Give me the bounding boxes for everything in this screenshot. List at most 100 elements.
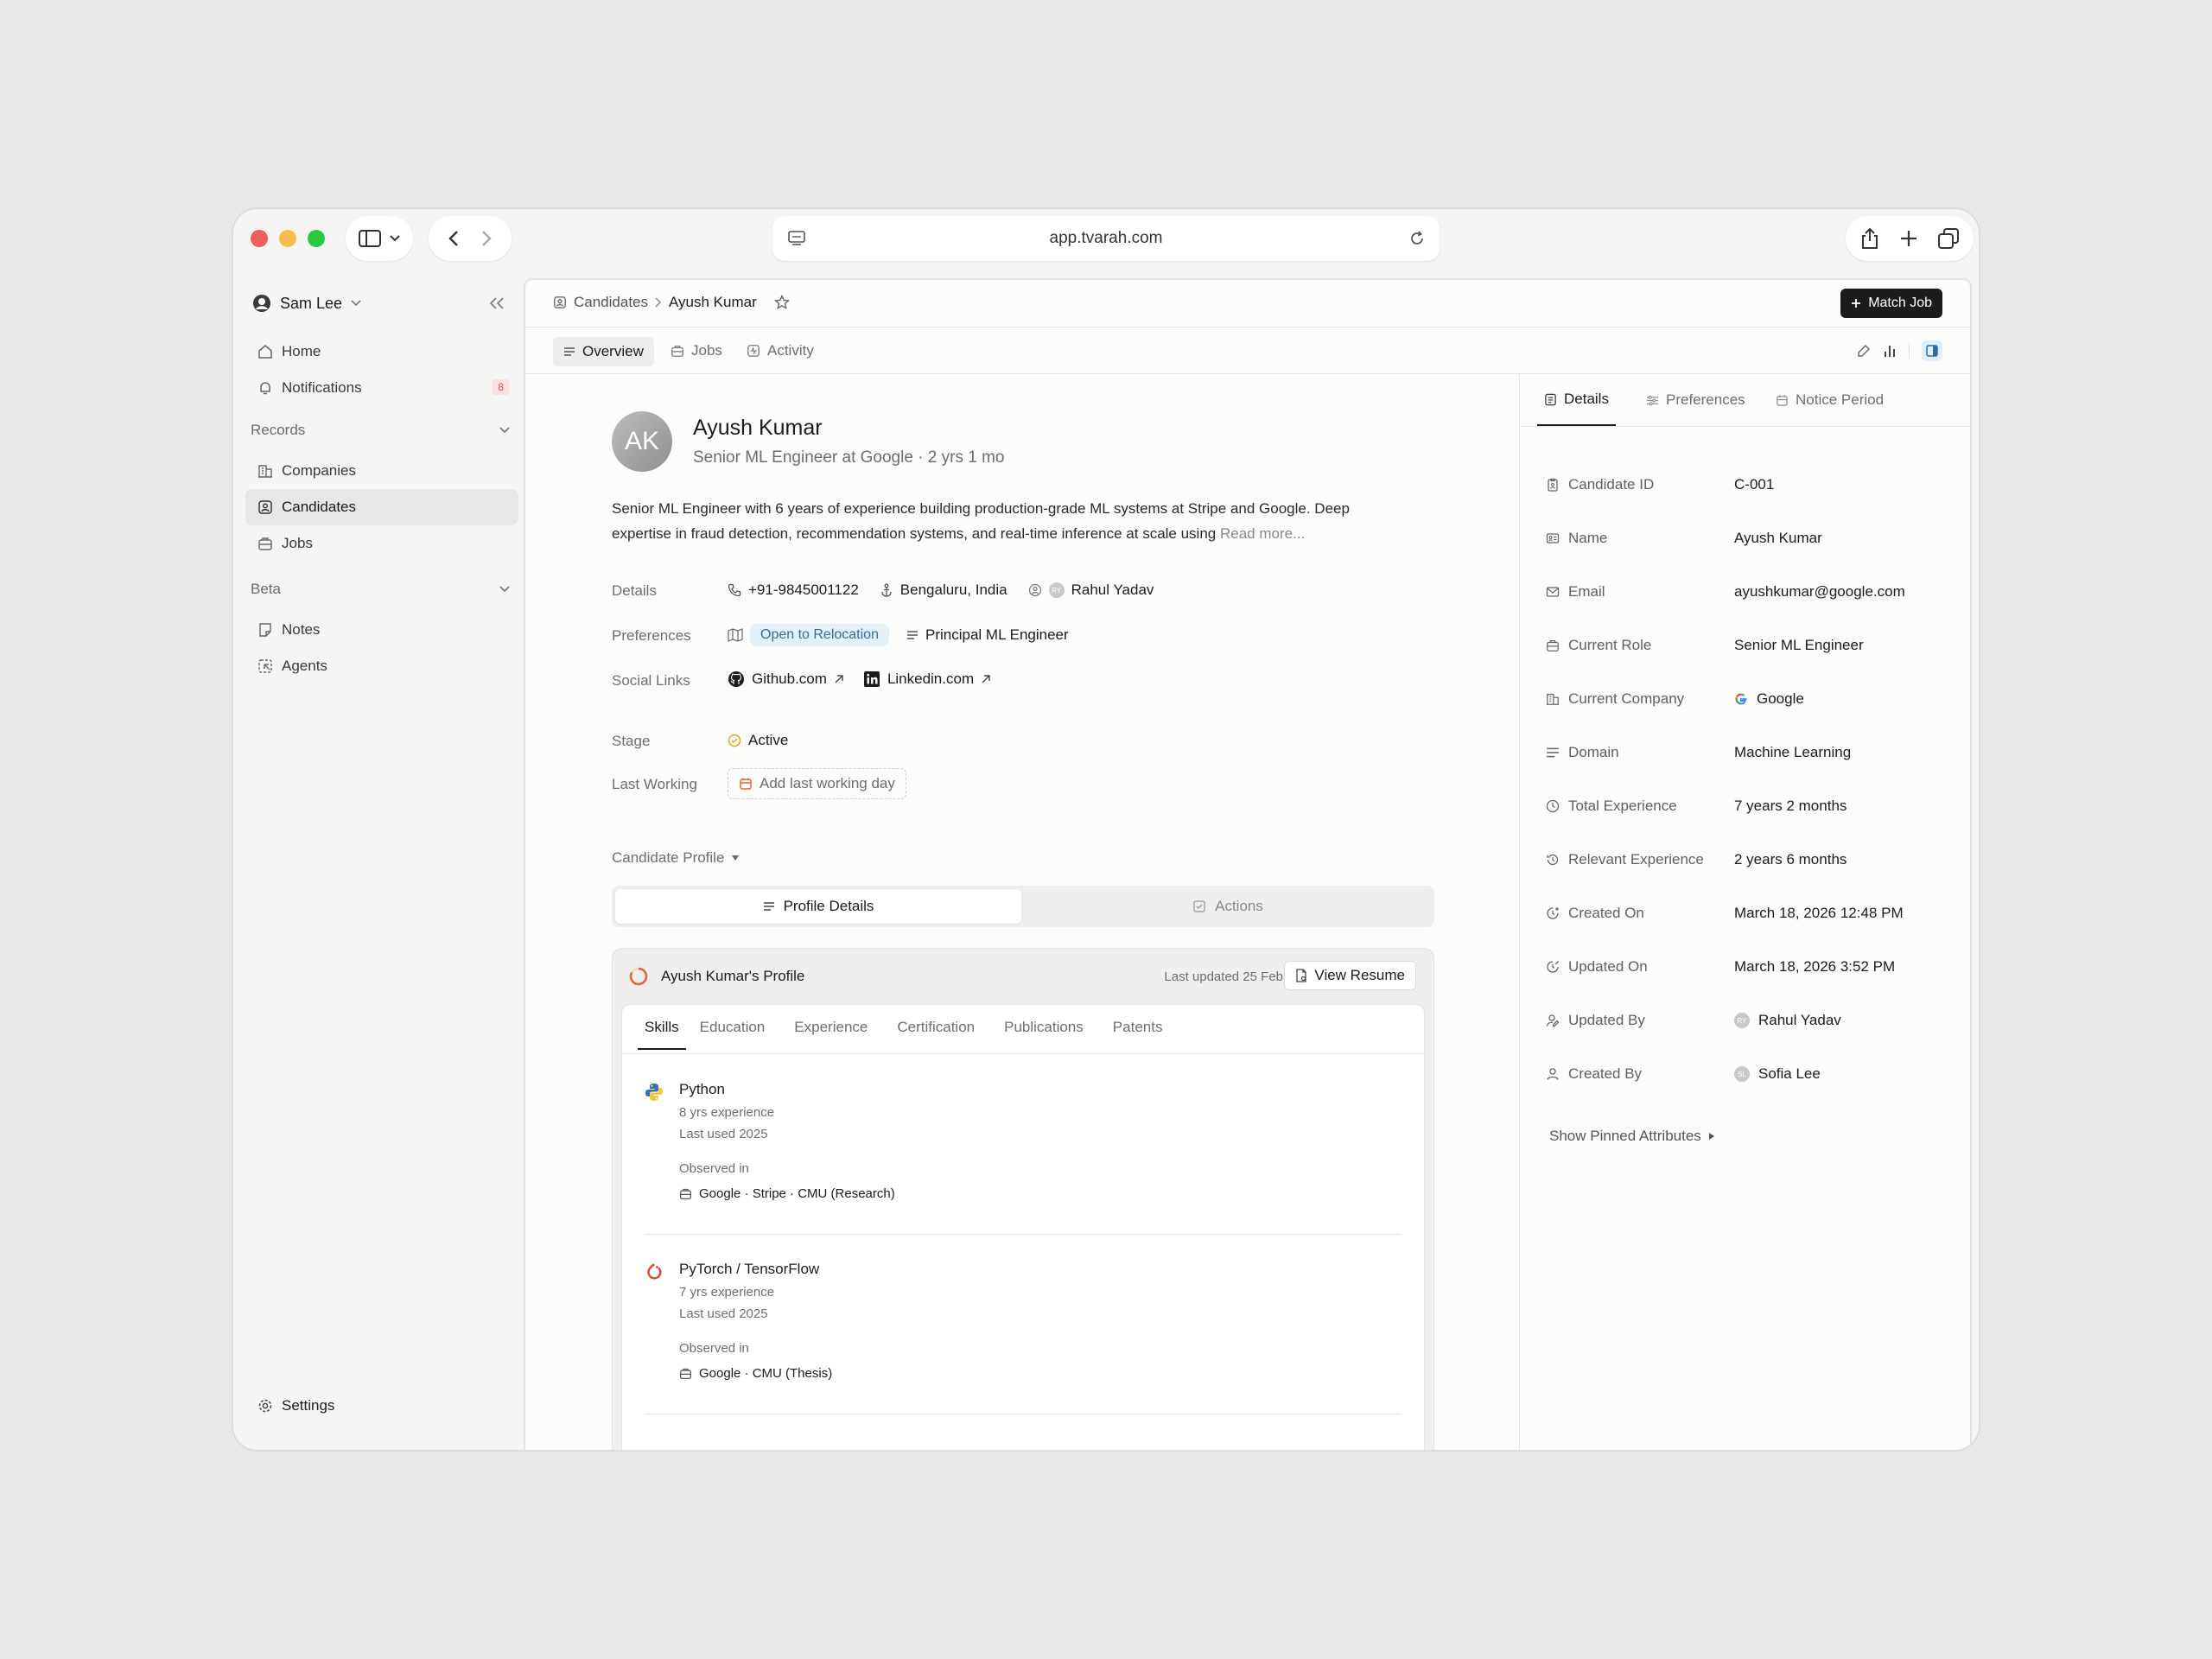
tab-patents[interactable]: Patents xyxy=(1113,1019,1163,1050)
profile-card-title: Ayush Kumar's Profile xyxy=(661,968,805,984)
candidate-profile-toggle[interactable]: Candidate Profile xyxy=(612,849,740,867)
observed-label: Observed in xyxy=(679,1341,749,1356)
chevron-down-icon xyxy=(390,235,400,242)
detail-label: Domain xyxy=(1546,744,1619,761)
collapse-sidebar-icon[interactable] xyxy=(489,297,505,309)
reload-icon[interactable] xyxy=(1408,230,1426,247)
sidebar-item-candidates[interactable]: Candidates xyxy=(245,489,518,525)
sidebar-item-home[interactable]: Home xyxy=(245,334,518,370)
updated-by-value[interactable]: RY Rahul Yadav xyxy=(1734,1012,1841,1029)
location-chip[interactable]: Bengaluru, India xyxy=(880,582,1007,599)
activity-icon xyxy=(747,344,760,358)
owner-chip[interactable]: RY Rahul Yadav xyxy=(1028,582,1154,599)
sidebar-item-label: Settings xyxy=(282,1397,335,1414)
sidebar-item-notes[interactable]: Notes xyxy=(245,612,518,648)
created-by-value[interactable]: SL Sofia Lee xyxy=(1734,1065,1821,1083)
browser-window: app.tvarah.com Sam Lee Home Notification… xyxy=(232,207,1980,1452)
stage-chip[interactable]: Active xyxy=(728,732,788,749)
observed-text: Google · CMU (Thesis) xyxy=(699,1366,833,1381)
bar-chart-icon[interactable] xyxy=(1883,344,1897,358)
bio-line: Senior ML Engineer with 6 years of exper… xyxy=(612,500,1350,517)
skill-last-used: Last used 2025 xyxy=(679,1306,768,1321)
forward-button[interactable] xyxy=(481,230,492,247)
detail-label-text: Current Company xyxy=(1568,690,1685,707)
github-link[interactable]: Github.com xyxy=(728,671,844,688)
created-by-name: Sofia Lee xyxy=(1758,1065,1821,1082)
name-card-icon xyxy=(1546,531,1560,545)
relocation-badge: Open to Relocation xyxy=(750,624,889,646)
edit-icon[interactable] xyxy=(1857,344,1871,358)
segment-actions[interactable]: Actions xyxy=(1025,889,1431,924)
sidebar-item-jobs[interactable]: Jobs xyxy=(245,525,518,562)
breadcrumb-candidates-link[interactable]: Candidates xyxy=(574,294,648,311)
view-resume-button[interactable]: View Resume xyxy=(1284,961,1416,990)
domain-value: Machine Learning xyxy=(1734,744,1852,760)
linkedin-text: Linkedin.com xyxy=(887,671,975,687)
preferred-role-chip[interactable]: Principal ML Engineer xyxy=(906,626,1069,644)
tab-preferences[interactable]: Preferences xyxy=(1646,391,1745,409)
tab-activity[interactable]: Activity xyxy=(747,342,814,359)
github-icon xyxy=(728,671,745,688)
close-window-button[interactable] xyxy=(251,230,268,247)
detail-label: Updated On xyxy=(1546,958,1648,976)
profile-card-header: Ayush Kumar's Profile xyxy=(628,966,804,987)
detail-label: Total Experience xyxy=(1546,798,1677,815)
segment-profile-details[interactable]: Profile Details xyxy=(615,889,1021,924)
tab-certification[interactable]: Certification xyxy=(897,1019,975,1050)
sliders-icon xyxy=(1646,394,1659,407)
tab-overview[interactable]: Overview xyxy=(553,337,654,366)
sidebar-item-settings[interactable]: Settings xyxy=(245,1388,518,1424)
sidebar-item-agents[interactable]: Agents xyxy=(245,648,518,684)
current-company-value[interactable]: Google xyxy=(1734,690,1804,708)
sidebar-icon xyxy=(359,230,381,247)
tab-skills[interactable]: Skills xyxy=(638,1019,686,1050)
tab-overview-icon[interactable] xyxy=(1938,228,1959,249)
clock-icon xyxy=(1546,799,1560,813)
user-switcher[interactable]: Sam Lee xyxy=(252,294,361,313)
clock-edit-icon xyxy=(1546,960,1560,974)
email-value[interactable]: ayushkumar@google.com xyxy=(1734,583,1905,601)
tab-notice-period[interactable]: Notice Period xyxy=(1776,391,1884,409)
zoom-window-button[interactable] xyxy=(308,230,325,247)
segment-label: Profile Details xyxy=(783,898,874,914)
panel-toggle-icon[interactable] xyxy=(1922,340,1942,361)
sidebar-item-companies[interactable]: Companies xyxy=(245,453,518,489)
sidebar-item-label: Notes xyxy=(282,621,321,638)
tab-jobs[interactable]: Jobs xyxy=(671,342,722,359)
add-last-working-day-button[interactable]: Add last working day xyxy=(728,768,906,799)
phone-chip[interactable]: +91-9845001122 xyxy=(728,582,859,599)
preferences-label: Preferences xyxy=(612,627,691,644)
url-bar[interactable]: app.tvarah.com xyxy=(772,216,1440,261)
beta-section-header[interactable]: Beta xyxy=(251,581,510,598)
main-panel: Candidates Ayush Kumar Match Job Overvie… xyxy=(524,278,1972,1450)
document-icon xyxy=(1295,969,1307,982)
match-job-button[interactable]: Match Job xyxy=(1840,289,1942,318)
skill-name: Python xyxy=(679,1081,725,1097)
tab-details[interactable]: Details xyxy=(1537,374,1616,426)
detail-label-text: Domain xyxy=(1568,744,1619,760)
tab-publications[interactable]: Publications xyxy=(1004,1019,1084,1050)
lines-icon xyxy=(906,630,918,640)
new-tab-icon[interactable] xyxy=(1900,230,1917,247)
share-icon[interactable] xyxy=(1860,227,1879,250)
relocation-chip[interactable]: Open to Relocation xyxy=(728,624,889,646)
linkedin-link[interactable]: Linkedin.com xyxy=(863,671,991,688)
star-icon[interactable] xyxy=(773,295,790,310)
observed-label: Observed in xyxy=(679,1161,749,1176)
records-section-header[interactable]: Records xyxy=(251,422,510,439)
read-more-link[interactable]: Read more... xyxy=(1220,525,1305,542)
sidebar-toggle-button[interactable] xyxy=(346,216,413,261)
caret-right-icon xyxy=(1708,1132,1715,1141)
user-edit-icon xyxy=(1546,1014,1560,1027)
tab-education[interactable]: Education xyxy=(700,1019,766,1050)
sidebar-item-notifications[interactable]: Notifications 8 xyxy=(245,370,518,406)
tab-experience[interactable]: Experience xyxy=(794,1019,868,1050)
back-button[interactable] xyxy=(448,230,459,247)
site-settings-icon xyxy=(788,231,805,246)
minimize-window-button[interactable] xyxy=(279,230,296,247)
company-name: Google xyxy=(1757,690,1804,707)
show-pinned-attributes-button[interactable]: Show Pinned Attributes xyxy=(1549,1128,1715,1145)
preferences-chips: Open to Relocation Principal ML Engineer xyxy=(728,624,1069,646)
social-links-label: Social Links xyxy=(612,672,690,689)
observed-companies: Google · Stripe · CMU (Research) xyxy=(679,1186,895,1201)
